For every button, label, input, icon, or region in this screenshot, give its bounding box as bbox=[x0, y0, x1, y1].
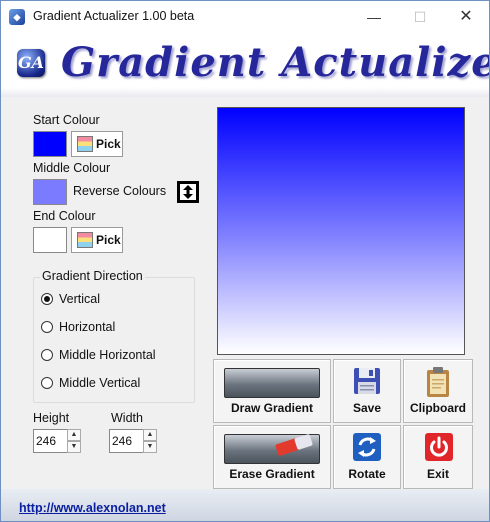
reverse-colours-label: Reverse Colours bbox=[73, 184, 167, 198]
radio-label: Vertical bbox=[59, 292, 100, 306]
rotate-button[interactable]: Rotate bbox=[333, 425, 401, 489]
height-label: Height bbox=[33, 411, 70, 425]
app-icon: ◆ bbox=[9, 9, 25, 25]
width-label: Width bbox=[111, 411, 143, 425]
pick-label: Pick bbox=[96, 137, 121, 151]
end-colour-pick-button[interactable]: Pick bbox=[71, 227, 123, 253]
rotate-icon bbox=[353, 433, 381, 461]
minimize-button[interactable]: — bbox=[351, 1, 397, 33]
radio-indicator bbox=[41, 293, 53, 305]
start-colour-swatch[interactable] bbox=[33, 131, 67, 157]
exit-button[interactable]: Exit bbox=[403, 425, 473, 489]
radio-vertical[interactable]: Vertical bbox=[41, 291, 201, 309]
radio-indicator bbox=[41, 349, 53, 361]
width-input[interactable]: 246 bbox=[109, 429, 145, 453]
clipboard-button[interactable]: Clipboard bbox=[403, 359, 473, 423]
radio-indicator bbox=[41, 377, 53, 389]
radio-label: Middle Horizontal bbox=[59, 348, 156, 362]
palette-icon bbox=[77, 136, 93, 152]
app-window: ◆ Gradient Actualizer 1.00 beta — ☐ ✕ GA… bbox=[0, 0, 490, 522]
banner-title: Gradient Actualizer bbox=[61, 39, 490, 86]
website-link[interactable]: http://www.alexnolan.net bbox=[19, 501, 166, 515]
close-button[interactable]: ✕ bbox=[443, 1, 489, 33]
height-input[interactable]: 246 bbox=[33, 429, 69, 453]
width-stepper: 246 ▲ ▼ bbox=[109, 429, 157, 453]
title-bar: ◆ Gradient Actualizer 1.00 beta — ☐ ✕ bbox=[1, 1, 489, 33]
middle-colour-swatch[interactable] bbox=[33, 179, 67, 205]
radio-label: Middle Vertical bbox=[59, 376, 141, 390]
end-colour-swatch[interactable] bbox=[33, 227, 67, 253]
radio-horizontal[interactable]: Horizontal bbox=[41, 319, 201, 337]
middle-colour-label: Middle Colour bbox=[33, 161, 111, 175]
radio-middle-horizontal[interactable]: Middle Horizontal bbox=[41, 347, 201, 365]
width-down-arrow[interactable]: ▼ bbox=[143, 441, 157, 453]
swap-arrows-icon bbox=[180, 184, 196, 200]
pick-label: Pick bbox=[96, 233, 121, 247]
width-up-arrow[interactable]: ▲ bbox=[143, 429, 157, 441]
height-down-arrow[interactable]: ▼ bbox=[67, 441, 81, 453]
save-button[interactable]: Save bbox=[333, 359, 401, 423]
palette-icon bbox=[77, 232, 93, 248]
start-colour-label: Start Colour bbox=[33, 113, 100, 127]
draw-gradient-button[interactable]: Draw Gradient bbox=[213, 359, 331, 423]
logo: GA bbox=[17, 49, 45, 77]
gradient-preview bbox=[217, 107, 465, 355]
height-stepper: 246 ▲ ▼ bbox=[33, 429, 81, 453]
reverse-colours-button[interactable] bbox=[177, 181, 199, 203]
gradient-direction-title: Gradient Direction bbox=[40, 269, 145, 283]
erase-gradient-label: Erase Gradient bbox=[229, 467, 315, 481]
draw-bar-icon bbox=[224, 368, 320, 398]
rotate-label: Rotate bbox=[348, 467, 386, 481]
radio-label: Horizontal bbox=[59, 320, 116, 334]
radio-indicator bbox=[41, 321, 53, 333]
maximize-button[interactable]: ☐ bbox=[397, 1, 443, 33]
start-colour-pick-button[interactable]: Pick bbox=[71, 131, 123, 157]
window-title: Gradient Actualizer 1.00 beta bbox=[33, 9, 195, 23]
eraser-icon bbox=[275, 434, 313, 456]
height-up-arrow[interactable]: ▲ bbox=[67, 429, 81, 441]
radio-middle-vertical[interactable]: Middle Vertical bbox=[41, 375, 201, 393]
clipboard-label: Clipboard bbox=[410, 401, 466, 415]
save-label: Save bbox=[352, 401, 382, 415]
erase-gradient-button[interactable]: Erase Gradient bbox=[213, 425, 331, 489]
clipboard-icon bbox=[427, 367, 449, 397]
draw-gradient-label: Draw Gradient bbox=[230, 401, 314, 415]
power-icon bbox=[425, 433, 453, 461]
floppy-disk-icon bbox=[354, 368, 380, 394]
end-colour-label: End Colour bbox=[33, 209, 96, 223]
exit-label: Exit bbox=[426, 467, 449, 481]
